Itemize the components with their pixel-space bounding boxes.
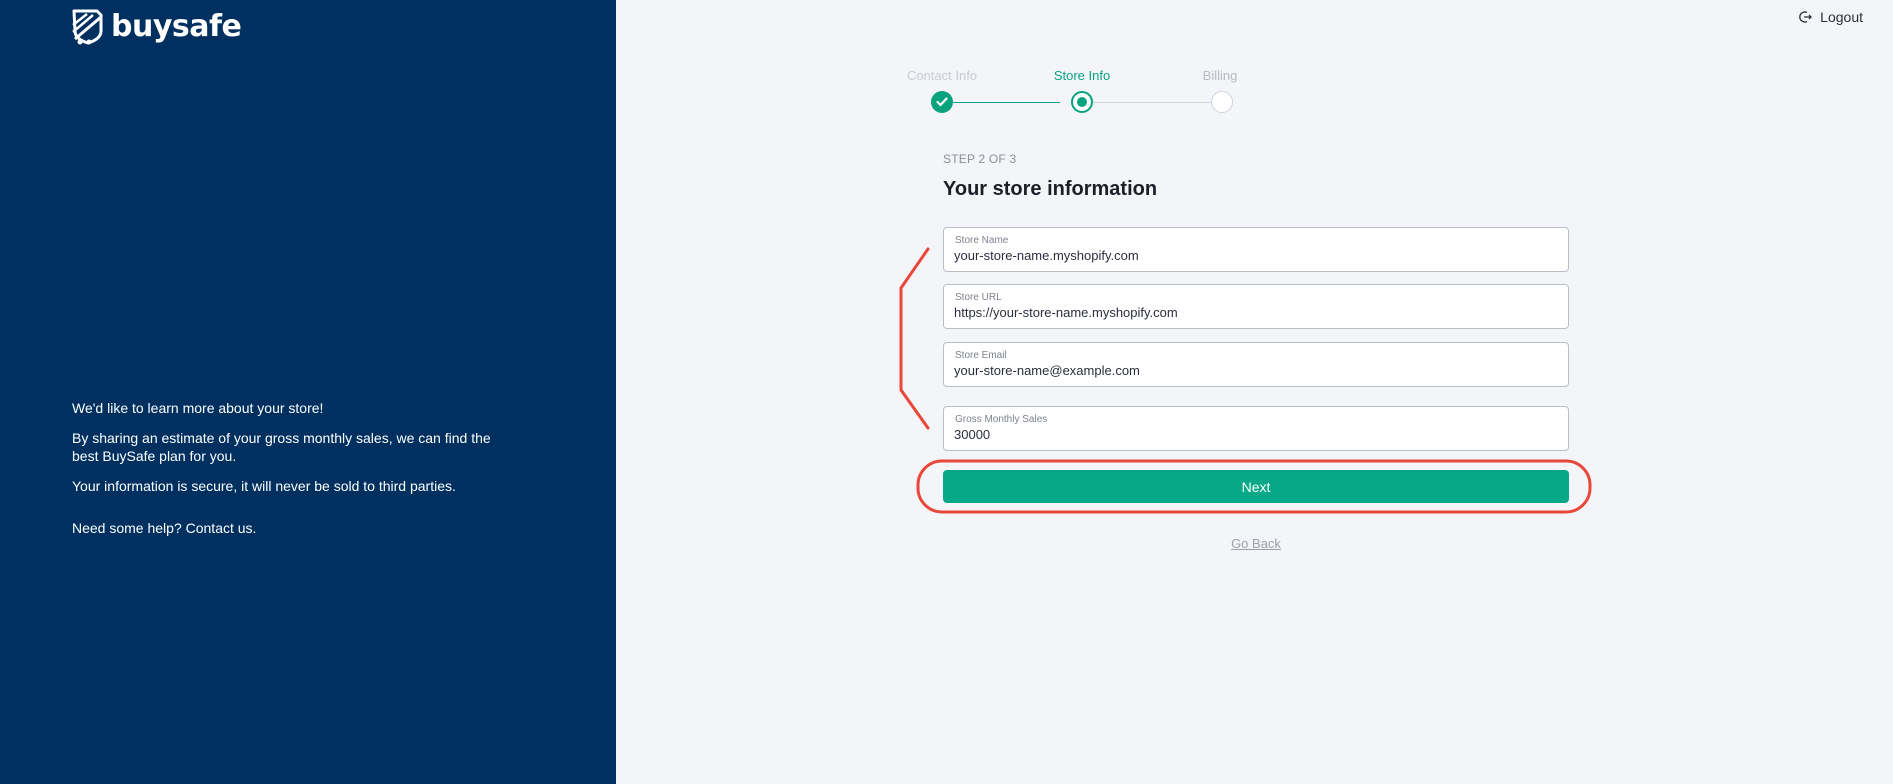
step-label-billing: Billing bbox=[1202, 68, 1238, 83]
go-back-link[interactable]: Go Back bbox=[1231, 536, 1281, 551]
logout-icon bbox=[1798, 10, 1813, 24]
brand-name: buysafe bbox=[111, 9, 242, 44]
form-title: Your store information bbox=[943, 178, 1158, 200]
step-label-store-info: Store Info bbox=[1053, 68, 1111, 83]
gross-monthly-sales-field[interactable]: Gross Monthly Sales bbox=[943, 406, 1569, 451]
step-label-contact-info: Contact Info bbox=[906, 68, 978, 83]
gross-monthly-sales-label: Gross Monthly Sales bbox=[955, 414, 1048, 425]
buysafe-logo-icon bbox=[71, 9, 105, 45]
intro-text: We'd like to learn more about your store… bbox=[72, 399, 512, 549]
store-email-input[interactable] bbox=[954, 363, 1554, 378]
store-url-field[interactable]: Store URL bbox=[943, 284, 1569, 329]
store-url-input[interactable] bbox=[954, 305, 1554, 320]
intro-line-2: By sharing an estimate of your gross mon… bbox=[72, 430, 491, 464]
intro-line-3: Your information is secure, it will neve… bbox=[72, 478, 456, 494]
step-connector-done bbox=[953, 102, 1060, 103]
gross-monthly-sales-input[interactable] bbox=[954, 427, 1554, 442]
help-contact-link[interactable]: Need some help? Contact us. bbox=[72, 519, 512, 537]
step-check-icon bbox=[931, 91, 953, 113]
annotation-bracket bbox=[899, 247, 930, 430]
annotation-overlay bbox=[899, 247, 1592, 514]
step-count: STEP 2 OF 3 bbox=[943, 152, 1017, 166]
store-email-label: Store Email bbox=[955, 350, 1007, 361]
left-panel: buysafe We'd like to learn more about yo… bbox=[0, 0, 616, 784]
store-name-input[interactable] bbox=[954, 248, 1554, 263]
logout-button[interactable]: Logout bbox=[1798, 9, 1863, 25]
store-name-field[interactable]: Store Name bbox=[943, 227, 1569, 272]
logout-label: Logout bbox=[1820, 9, 1863, 25]
store-email-field[interactable]: Store Email bbox=[943, 342, 1569, 387]
step-pending-dot-icon bbox=[1211, 91, 1233, 113]
right-panel: Logout Contact Info Store Info Billing S… bbox=[616, 0, 1893, 784]
next-button[interactable]: Next bbox=[943, 470, 1569, 503]
step-active-dot-icon bbox=[1071, 91, 1093, 113]
brand[interactable]: buysafe bbox=[71, 9, 242, 45]
store-url-label: Store URL bbox=[955, 292, 1002, 303]
progress-stepper: Contact Info Store Info Billing bbox=[907, 66, 1250, 126]
store-name-label: Store Name bbox=[955, 235, 1009, 246]
step-connector-pending bbox=[1093, 102, 1211, 103]
intro-line-1: We'd like to learn more about your store… bbox=[72, 400, 324, 416]
